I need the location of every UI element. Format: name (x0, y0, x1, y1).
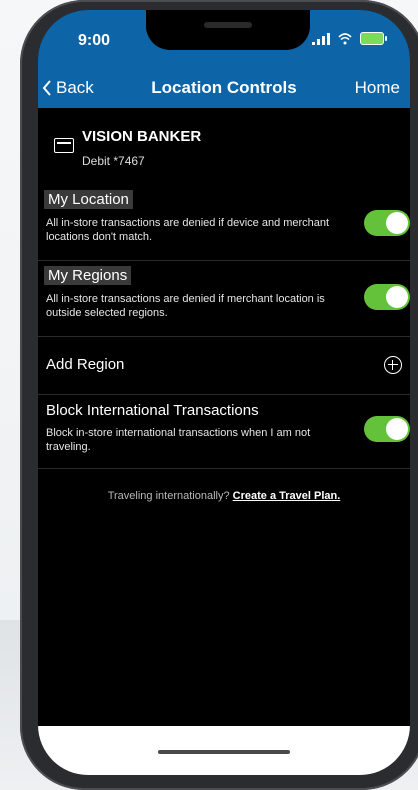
status-icons (312, 32, 387, 45)
toggle-knob (386, 418, 408, 440)
status-bar: 9:00 (38, 10, 410, 68)
add-region-row[interactable]: Add Region (38, 336, 410, 395)
setting-title: My Location (44, 190, 133, 209)
toggle-my-regions[interactable] (364, 284, 410, 310)
signal-icon (312, 32, 330, 45)
setting-desc: All in-store transactions are denied if … (46, 217, 330, 243)
phone-screen: 9:00 Back Location Controls Home VISION … (38, 10, 410, 775)
card-summary: VISION BANKER Debit *7467 (38, 120, 410, 172)
setting-desc: Block in-store international transaction… (46, 427, 311, 453)
nav-bar: Back Location Controls Home (38, 68, 410, 108)
setting-title: Block International Transactions (46, 402, 259, 419)
add-icon[interactable] (384, 356, 402, 374)
create-travel-plan-link[interactable]: Create a Travel Plan. (233, 490, 341, 502)
travel-prompt-text: Traveling internationally? (107, 490, 230, 502)
card-number: Debit *7467 (82, 154, 145, 168)
main-content: VISION BANKER Debit *7467 My Location Al… (38, 108, 410, 728)
home-button[interactable]: Home (355, 78, 400, 98)
toggle-block-international[interactable] (364, 416, 410, 442)
setting-row-my-regions: My Regions All in-store transactions are… (38, 260, 410, 337)
travel-plan-prompt: Traveling internationally? Create a Trav… (38, 490, 410, 502)
toggle-knob (386, 212, 408, 234)
battery-icon (360, 32, 387, 45)
speaker-icon (204, 22, 252, 28)
setting-desc: All in-store transactions are denied if … (46, 293, 325, 319)
status-time: 9:00 (78, 32, 111, 49)
wifi-icon (338, 32, 352, 44)
credit-card-icon (54, 138, 74, 153)
toggle-my-location[interactable] (364, 210, 410, 236)
toggle-knob (386, 286, 408, 308)
notch (146, 10, 310, 50)
add-region-label: Add Region (46, 356, 125, 373)
card-name: VISION BANKER (82, 128, 202, 145)
setting-row-block-international: Block International Transactions Block i… (38, 394, 410, 469)
home-indicator[interactable] (158, 750, 290, 754)
setting-row-my-location: My Location All in-store transactions ar… (38, 182, 410, 261)
setting-title: My Regions (44, 266, 132, 285)
